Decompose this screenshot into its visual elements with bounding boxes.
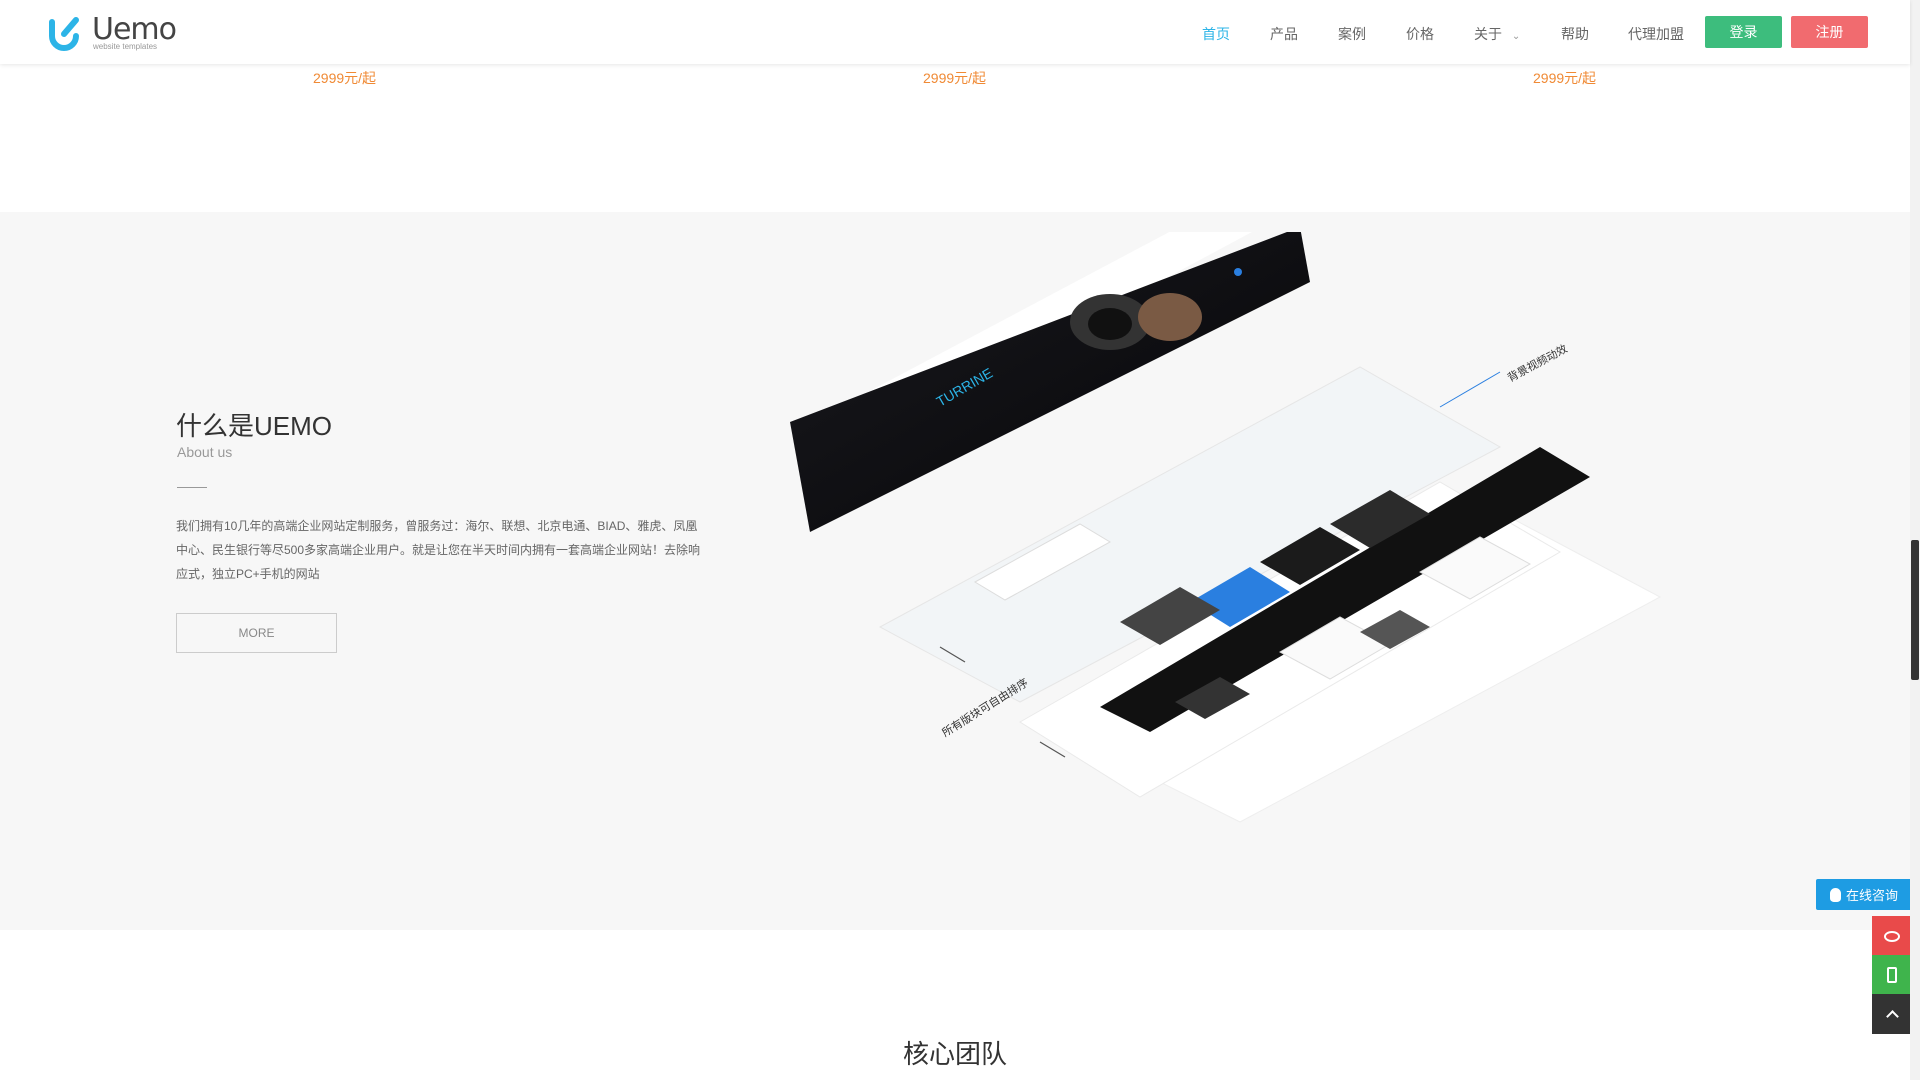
- chevron-down-icon: ⌄: [1511, 31, 1521, 42]
- nav-pricing[interactable]: 价格: [1406, 24, 1434, 44]
- chevron-up-icon: [1885, 1010, 1899, 1023]
- register-button[interactable]: 注册: [1791, 16, 1868, 48]
- price-label: 2999元/起: [1533, 70, 1597, 86]
- weibo-button[interactable]: [1872, 916, 1912, 956]
- nav-help[interactable]: 帮助: [1561, 24, 1589, 44]
- price-label: 2999元/起: [313, 70, 377, 86]
- nav-home[interactable]: 首页: [1202, 24, 1230, 44]
- qq-icon: [1829, 887, 1841, 902]
- online-consult-label: 在线咨询: [1845, 888, 1898, 903]
- weibo-icon: [1884, 930, 1900, 942]
- website-mockup-illustration: TURRINE 背景视频动效 所有版块可自由排序: [790, 232, 1662, 823]
- login-button[interactable]: 登录: [1705, 16, 1782, 48]
- about-text: 我们拥有10几年的高端企业网站定制服务，曾服务过：海尔、联想、北京电通、BIAD…: [176, 519, 701, 581]
- back-to-top-button[interactable]: [1872, 994, 1912, 1034]
- nav-about[interactable]: 关于 ⌄: [1474, 24, 1520, 44]
- mockup-label: 所有版块可自由排序: [939, 675, 1030, 739]
- logo[interactable]: Uemo website templates: [44, 12, 194, 52]
- nav-products[interactable]: 产品: [1270, 24, 1298, 44]
- logo-icon: [49, 17, 79, 51]
- nav-about-label: 关于: [1474, 26, 1502, 42]
- about-title: 什么是UEMO: [176, 411, 333, 441]
- nav-agent[interactable]: 代理加盟: [1628, 24, 1684, 44]
- more-button[interactable]: MORE: [176, 613, 337, 653]
- mockup-label: 背景视频动效: [1505, 341, 1570, 384]
- logo-subtitle: website templates: [93, 42, 158, 51]
- phone-icon: [1887, 967, 1897, 983]
- site-header: Uemo website templates 首页 产品 案例 价格 关于 ⌄ …: [0, 0, 1910, 64]
- divider: [177, 487, 207, 488]
- online-consult-button[interactable]: 在线咨询: [1816, 879, 1912, 910]
- about-section: 什么是UEMO About us 我们拥有10几年的高端企业网站定制服务，曾服务…: [0, 212, 1910, 930]
- team-section-title: 核心团队: [902, 1039, 1007, 1069]
- nav-cases[interactable]: 案例: [1338, 24, 1366, 44]
- scrollbar-thumb[interactable]: [1911, 540, 1919, 680]
- price-label: 2999元/起: [923, 70, 987, 86]
- mobile-button[interactable]: [1872, 955, 1912, 995]
- about-subtitle: About us: [177, 444, 233, 460]
